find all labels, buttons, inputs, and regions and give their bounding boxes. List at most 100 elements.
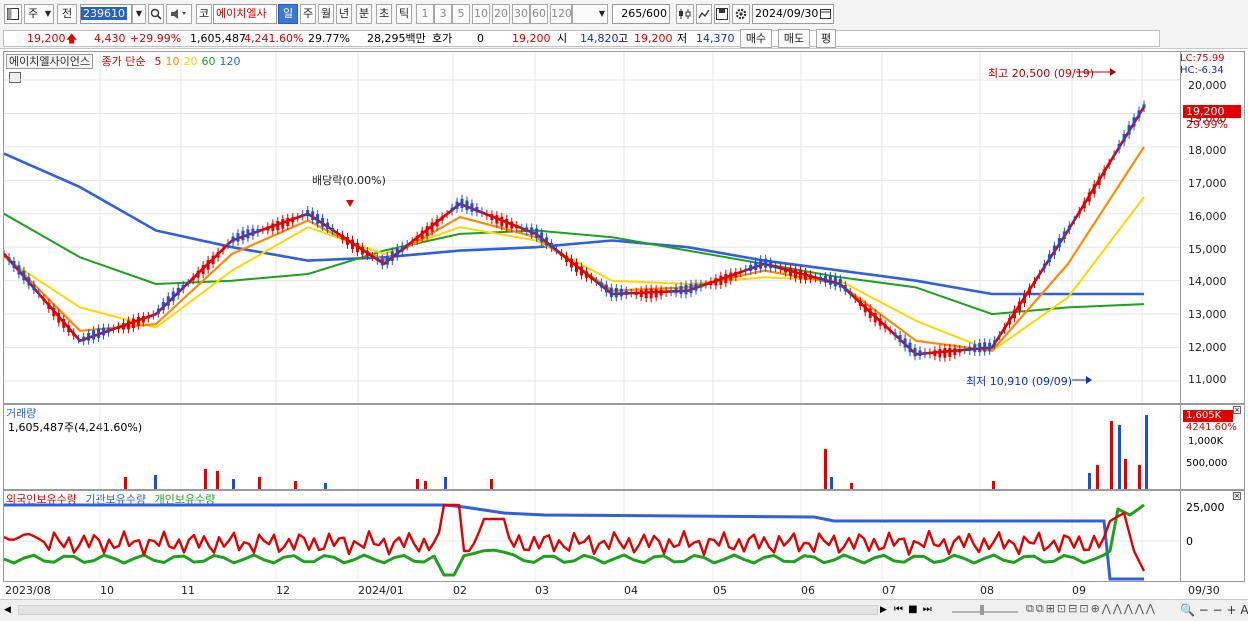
search-icon[interactable] (148, 4, 164, 24)
chart-type-icon[interactable] (676, 4, 694, 24)
layout-icon[interactable] (4, 4, 22, 24)
interval-button-6[interactable]: 60 (530, 4, 548, 24)
period-button-6[interactable]: 틱 (396, 4, 412, 24)
zoom-controls[interactable]: 🔍 − − + A (1180, 602, 1248, 618)
hc-value: HC:-6.34 (1180, 65, 1224, 76)
candle-body (1052, 245, 1056, 256)
interval-button-5[interactable]: 30 (512, 4, 530, 24)
candle-body (520, 227, 524, 229)
last-price-tag: 19,200 (1183, 105, 1241, 118)
eval-button[interactable]: 평 (816, 29, 836, 48)
candle-body (455, 201, 459, 209)
interval-button-3[interactable]: 10 (472, 4, 490, 24)
interval-button-4[interactable]: 20 (492, 4, 510, 24)
period-button-5[interactable]: 초 (376, 4, 392, 24)
period-button-0[interactable]: 일 (278, 4, 298, 24)
gear-icon-glyph (735, 8, 747, 20)
candle-body (400, 245, 404, 252)
sell-button[interactable]: 매도 (778, 29, 810, 48)
candle-body (789, 268, 793, 276)
interval-button-0[interactable]: 1 (416, 4, 434, 24)
low-annotation: 최저 10,910 (09/09) (966, 375, 1073, 388)
candle-body (560, 253, 564, 256)
speaker-icon[interactable] (166, 4, 192, 24)
low-label: 저 (677, 32, 688, 45)
candle-body (166, 296, 170, 306)
zoom-slider-glyph (952, 605, 1018, 615)
gear-icon[interactable] (732, 4, 750, 24)
period-button-1[interactable]: 주 (300, 4, 316, 24)
line-tool-icon[interactable] (696, 4, 712, 24)
candle-body (848, 291, 852, 295)
interval-button-1[interactable]: 3 (434, 4, 452, 24)
market-dropdown[interactable]: 주 ▼ (24, 4, 54, 24)
market-dropdown-label: 주 (28, 7, 39, 20)
candle-body (430, 222, 434, 232)
calendar-icon[interactable] (820, 8, 831, 19)
period-button-2[interactable]: 월 (318, 4, 334, 24)
candle-body (450, 207, 454, 212)
chevron-down-icon[interactable]: ▼ (132, 4, 146, 24)
x-axis-label: 02 (453, 584, 467, 597)
date-field[interactable]: 2024/09/30 (752, 4, 834, 24)
candle-body (878, 318, 882, 326)
candle-body (853, 297, 857, 300)
scroll-left-icon[interactable]: ◀ (4, 603, 16, 617)
candle-body (316, 214, 320, 224)
save-icon[interactable] (714, 4, 730, 24)
candle-body (823, 276, 827, 283)
stock-name-field[interactable]: 에이치엘사 (213, 4, 277, 24)
candle-body (928, 352, 932, 355)
close-icon[interactable]: × (1233, 492, 1241, 500)
open-price: 14,820 (580, 32, 619, 45)
candle-body (350, 239, 354, 250)
buy-button[interactable]: 매수 (740, 29, 772, 48)
candle-body (395, 248, 399, 257)
candle-body (714, 278, 718, 286)
interval-button-7[interactable]: 120 (550, 4, 572, 24)
candle-body (1018, 301, 1022, 312)
candle-body (196, 270, 200, 278)
candle-body (599, 282, 603, 288)
candle-body (1132, 117, 1136, 127)
candle-body (515, 224, 519, 229)
scrollbar-track[interactable] (18, 605, 878, 615)
candle-body (176, 287, 180, 296)
zoom-slider[interactable] (950, 604, 1020, 616)
candle-body (1097, 176, 1101, 186)
volume-last-tag: 1,605K (1183, 410, 1233, 422)
x-axis-label: 2023/08 (5, 584, 51, 597)
scroll-right-icon[interactable]: ▶ (880, 603, 892, 617)
candle-body (321, 217, 325, 227)
candle-body (52, 307, 56, 317)
candle-body (838, 278, 842, 288)
candle-body (375, 257, 379, 261)
volume-bar (124, 477, 127, 489)
candle-body (744, 268, 748, 272)
period-button-4[interactable]: 분 (356, 4, 372, 24)
drawing-tools[interactable]: ⧉⧉⊞⊡⊟⊡⊕⋀⋀⋀⋀⋀ (1026, 602, 1176, 618)
stock-code-input[interactable]: 239610 (80, 4, 132, 24)
candle-body (146, 315, 150, 319)
volume-bar (1124, 459, 1127, 489)
view-button[interactable]: 전 (57, 4, 77, 24)
period-button-3[interactable]: 년 (336, 4, 352, 24)
volume-bar (424, 481, 427, 489)
volume-bar (1110, 421, 1113, 489)
candle-body (968, 346, 972, 352)
candle-body (465, 200, 469, 211)
interval-button-2[interactable]: 5 (452, 4, 470, 24)
candle-body (415, 235, 419, 242)
candle-body (1142, 104, 1146, 109)
candle-body (584, 271, 588, 278)
candle-body (440, 216, 444, 221)
candle-body (27, 277, 31, 286)
count-field[interactable]: 265/600 (612, 4, 670, 24)
candle-body (485, 213, 489, 216)
playback-controls[interactable]: ⏮ ■ ⏭ (894, 602, 948, 618)
close-icon[interactable]: × (1233, 406, 1241, 414)
interval-dropdown[interactable]: ▼ (572, 4, 608, 24)
candle-body (301, 214, 305, 217)
candle-body (858, 300, 862, 306)
volume-bar (824, 449, 827, 489)
